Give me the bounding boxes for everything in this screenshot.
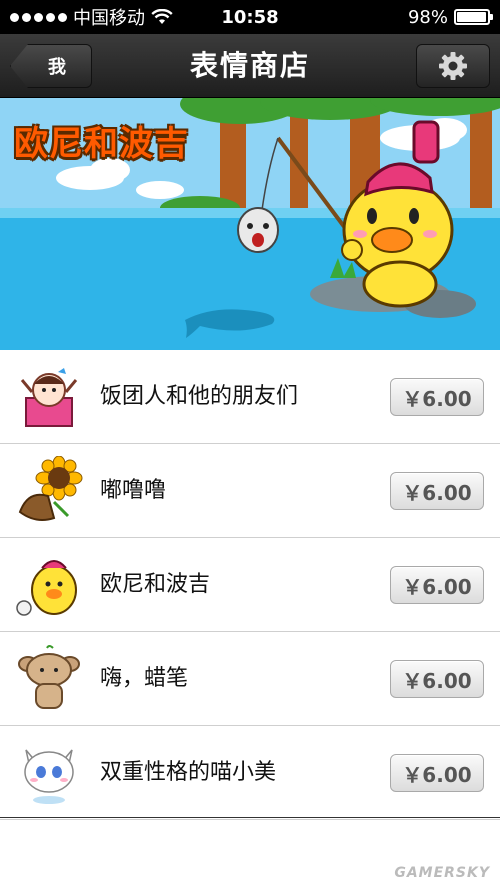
duck-sticker-icon: [16, 560, 77, 616]
sticker-name: 嗨，蜡笔: [100, 666, 189, 691]
wifi-icon: [151, 9, 173, 24]
sticker-name: 嘟噜噜: [100, 478, 167, 503]
gear-icon: [439, 52, 467, 80]
price-button[interactable]: ￥6.00: [390, 566, 484, 604]
price-button[interactable]: ￥6.00: [390, 660, 484, 698]
banner-title: 欧尼和波吉: [14, 124, 189, 164]
cat-sticker-icon: [24, 749, 74, 804]
list-bottom-divider: [0, 817, 500, 818]
price-button[interactable]: ￥6.00: [390, 472, 484, 510]
status-bar: 中国移动 10:58 98%: [0, 0, 500, 34]
sticker-row[interactable]: 饭团人和他的朋友们 ￥6.00: [0, 350, 500, 444]
sticker-row[interactable]: 双重性格的喵小美 ￥6.00: [0, 726, 500, 820]
sticker-list: 饭团人和他的朋友们 ￥6.00 嘟噜噜 ￥6.00 欧尼和波吉 ￥6.00 嗨，…: [0, 350, 500, 820]
rice-ball-sticker-icon: [20, 368, 78, 427]
featured-banner[interactable]: 欧尼和波吉: [0, 98, 500, 350]
battery-fill: [457, 12, 487, 22]
status-left: 中国移动: [10, 4, 173, 30]
battery-percent: 98%: [407, 6, 448, 28]
carrier-label: 中国移动: [73, 8, 145, 29]
sticker-name: 双重性格的喵小美: [100, 760, 277, 785]
sticker-name: 欧尼和波吉: [100, 572, 211, 597]
watermark: GAMERSKY: [394, 865, 490, 881]
settings-button[interactable]: [416, 44, 490, 88]
price-button[interactable]: ￥6.00: [390, 754, 484, 792]
navigation-bar: 表情商店 我: [0, 34, 500, 98]
sticker-row[interactable]: 欧尼和波吉 ￥6.00: [0, 538, 500, 632]
crayon-bear-sticker-icon: [18, 645, 80, 709]
status-right: 98%: [407, 6, 493, 28]
sticker-row[interactable]: 嘟噜噜 ￥6.00: [0, 444, 500, 538]
signal-strength-icon: [10, 12, 67, 22]
sticker-row[interactable]: 嗨，蜡笔 ￥6.00: [0, 632, 500, 726]
status-time: 10:58: [221, 6, 279, 28]
price-button[interactable]: ￥6.00: [390, 378, 484, 416]
sunflower-sticker-icon: [18, 456, 83, 521]
battery-icon: [454, 9, 493, 25]
sticker-name: 饭团人和他的朋友们: [100, 384, 299, 409]
back-button-label: 我: [48, 57, 66, 78]
